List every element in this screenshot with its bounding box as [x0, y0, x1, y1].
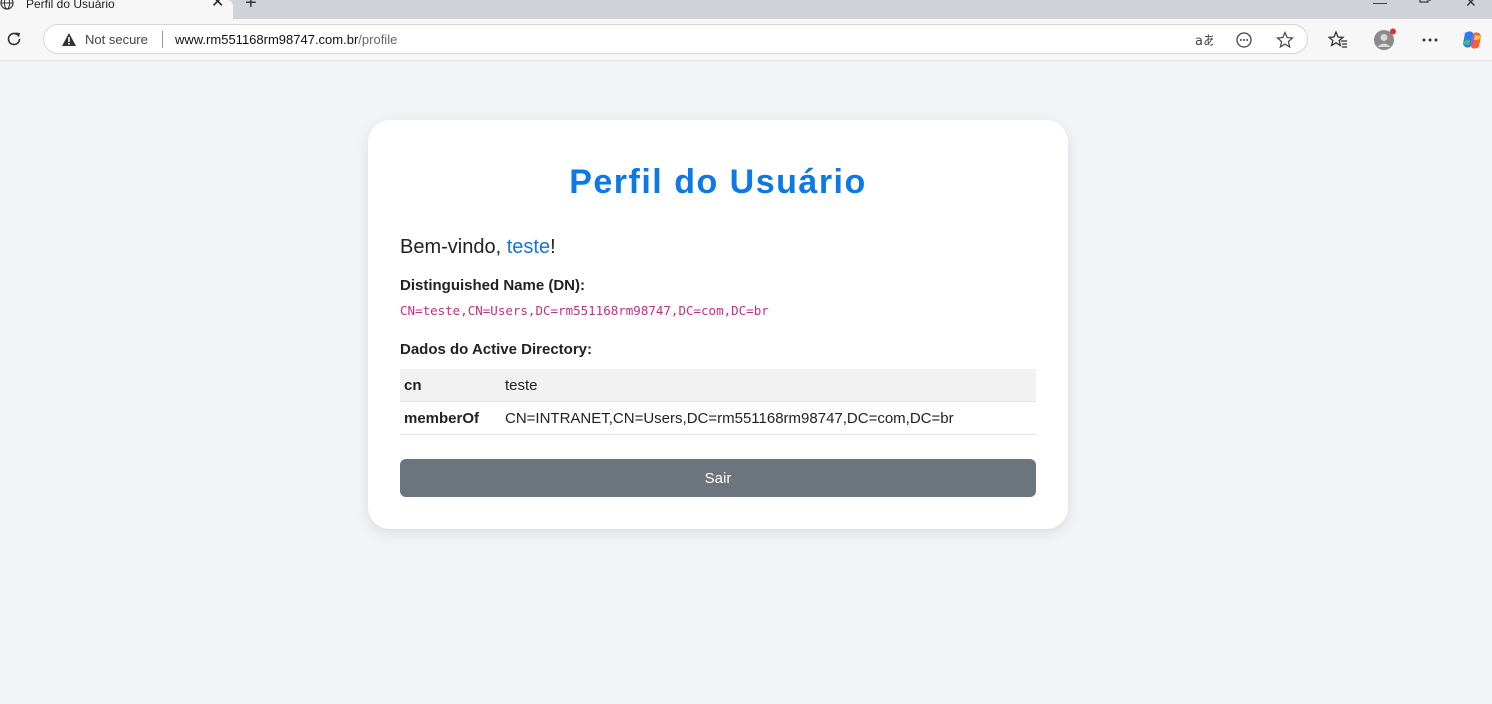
welcome-prefix: Bem-vindo, [400, 236, 507, 258]
close-icon[interactable]: ✕ [211, 0, 224, 11]
url-text[interactable]: www.rm551168rm98747.com.br/profile [175, 32, 397, 47]
attribute-key: cn [400, 369, 501, 402]
browser-toolbar: Not secure www.rm551168rm98747.com.br/pr… [0, 19, 1492, 61]
url-path: /profile [358, 32, 398, 47]
address-separator [162, 31, 163, 48]
svg-text:aあ: aあ [1195, 34, 1213, 49]
address-bar[interactable]: Not secure www.rm551168rm98747.com.br/pr… [43, 24, 1308, 54]
star-icon[interactable] [1276, 31, 1294, 49]
welcome-message: Bem-vindo, teste! [400, 236, 556, 259]
browser-tab[interactable]: Perfil do Usuário ✕ [0, 0, 233, 19]
table-row: memberOf CN=INTRANET,CN=Users,DC=rm55116… [400, 401, 1036, 435]
page-title: Perfil do Usuário [569, 163, 867, 201]
welcome-username: teste [506, 236, 551, 258]
dn-label: Distinguished Name (DN): [400, 277, 586, 294]
dn-value: CN=teste,CN=Users,DC=rm551168rm98747,DC=… [400, 303, 769, 318]
welcome-suffix: ! [550, 236, 556, 258]
attribute-value: CN=INTRANET,CN=Users,DC=rm551168rm98747,… [501, 401, 1036, 435]
minimize-icon[interactable]: — [1373, 0, 1387, 9]
security-label[interactable]: Not secure [85, 32, 148, 47]
read-aloud-icon[interactable]: aあ [1195, 31, 1213, 49]
menu-dots-icon[interactable] [1420, 30, 1440, 50]
attribute-key: memberOf [400, 401, 501, 435]
ad-data-table: cn teste memberOf CN=INTRANET,CN=Users,D… [400, 369, 1036, 435]
reload-icon[interactable] [5, 30, 23, 48]
copilot-icon[interactable] [1461, 29, 1483, 51]
favorites-icon[interactable] [1328, 30, 1348, 50]
profile-card: Perfil do Usuário Bem-vindo, teste! Dist… [368, 120, 1068, 529]
profile-icon[interactable] [1373, 28, 1397, 52]
plus-icon[interactable]: + [245, 0, 257, 13]
attribute-value: teste [501, 369, 1036, 402]
globe-icon [0, 0, 14, 10]
restore-icon[interactable] [1419, 0, 1431, 6]
url-host: www.rm551168rm98747.com.br [175, 32, 359, 47]
warning-icon[interactable] [61, 32, 77, 47]
tab-title: Perfil do Usuário [26, 0, 115, 11]
table-row: cn teste [400, 369, 1036, 402]
tab-strip: Perfil do Usuário ✕ + — ✕ [0, 0, 1492, 19]
more-tools-icon[interactable] [1235, 31, 1253, 49]
logout-button[interactable]: Sair [400, 459, 1036, 497]
window-close-icon[interactable]: ✕ [1465, 0, 1477, 9]
ad-data-label: Dados do Active Directory: [400, 341, 592, 358]
